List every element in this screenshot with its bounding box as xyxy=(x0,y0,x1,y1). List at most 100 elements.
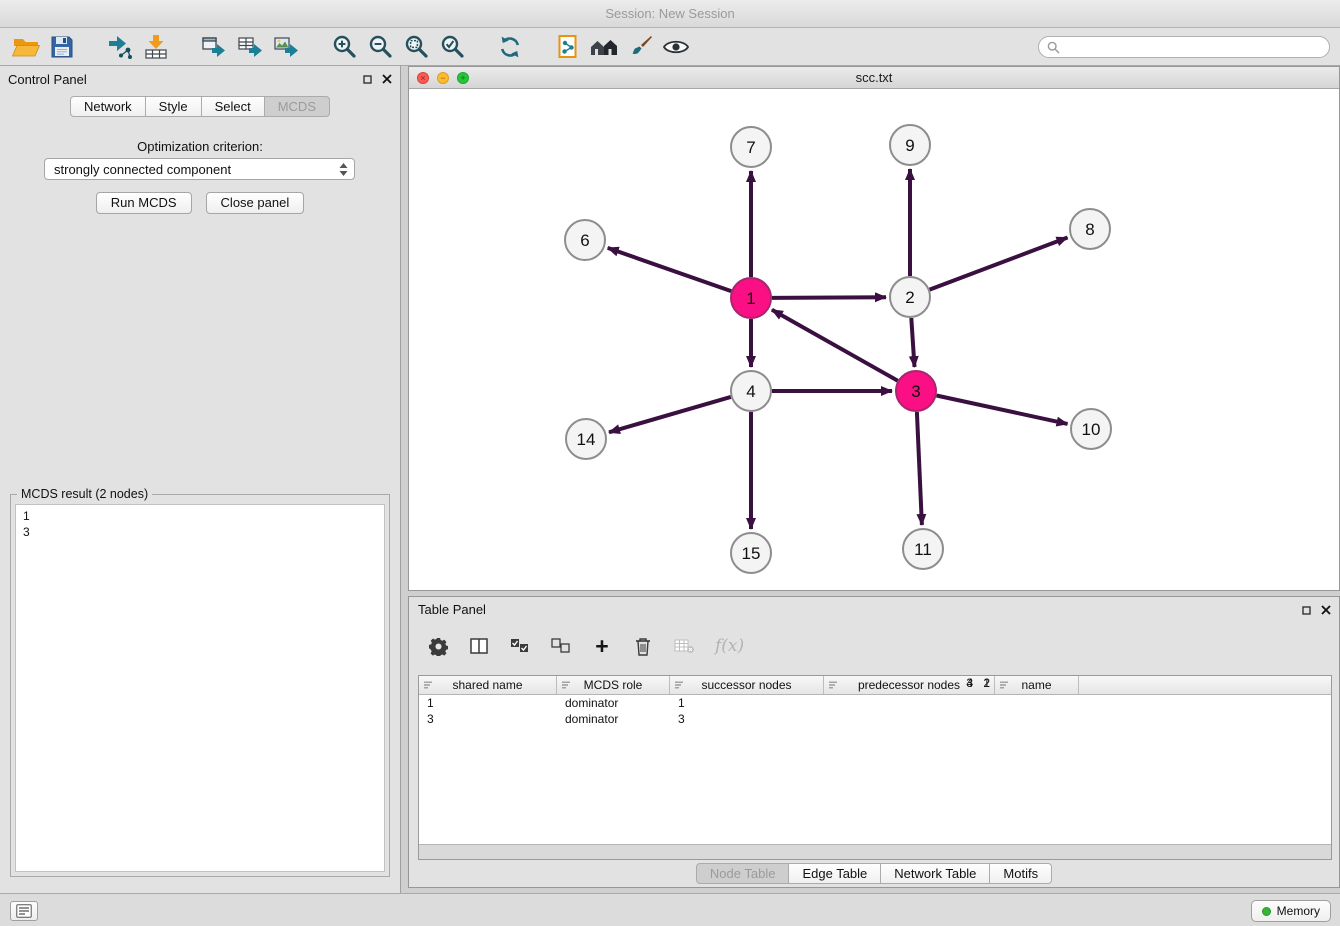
table-cell[interactable]: dominator xyxy=(557,712,670,726)
tab-node-table[interactable]: Node Table xyxy=(696,863,790,884)
graph-node-3[interactable]: 3 xyxy=(896,371,936,411)
export-table-button[interactable] xyxy=(232,31,268,63)
network-window-title: scc.txt xyxy=(856,70,893,85)
tab-network[interactable]: Network xyxy=(70,96,146,117)
table-panel-float-button[interactable] xyxy=(1302,603,1311,618)
tab-mcds[interactable]: MCDS xyxy=(265,96,330,117)
add-column-button[interactable]: + xyxy=(592,636,612,656)
toggle-panel-button[interactable] xyxy=(10,901,38,921)
edge-3-1[interactable] xyxy=(772,310,898,381)
home-button[interactable] xyxy=(586,31,622,63)
table-settings-button[interactable] xyxy=(428,637,448,656)
mcds-result-list[interactable]: 13 xyxy=(15,504,385,872)
edge-4-14[interactable] xyxy=(609,397,731,432)
tab-style[interactable]: Style xyxy=(146,96,202,117)
close-panel-button[interactable]: Close panel xyxy=(206,192,305,214)
network-canvas[interactable]: 7 9 6 8 1 2 4 3 14 10 15 11 xyxy=(409,89,1339,592)
graph-node-10[interactable]: 10 xyxy=(1071,409,1111,449)
column-header-label: successor nodes xyxy=(701,678,791,692)
show-graphics-details-button[interactable] xyxy=(658,31,694,63)
column-header-name[interactable]: name xyxy=(995,676,1079,694)
memory-button[interactable]: Memory xyxy=(1251,900,1331,922)
style-brush-button[interactable] xyxy=(622,31,658,63)
memory-button-label: Memory xyxy=(1277,904,1320,918)
duplicate-network-button[interactable] xyxy=(550,31,586,63)
optimization-criterion-select[interactable]: strongly connected component xyxy=(44,158,355,180)
graph-node-2[interactable]: 2 xyxy=(890,277,930,317)
export-network-button[interactable] xyxy=(196,31,232,63)
graph-node-7[interactable]: 7 xyxy=(731,127,771,167)
network-window-minimize-button[interactable]: − xyxy=(437,72,449,84)
edge-1-6[interactable] xyxy=(608,248,732,291)
sort-icon xyxy=(674,680,684,690)
graph-node-15[interactable]: 15 xyxy=(731,533,771,573)
tab-network-table[interactable]: Network Table xyxy=(881,863,990,884)
edge-2-3[interactable] xyxy=(911,318,914,367)
table-panel-title: Table Panel xyxy=(418,602,486,617)
svg-text:10: 10 xyxy=(1082,420,1101,439)
table-cell[interactable]: 1 xyxy=(419,696,557,710)
run-mcds-button[interactable]: Run MCDS xyxy=(96,192,192,214)
zoom-out-button[interactable] xyxy=(362,31,398,63)
column-header-shared-name[interactable]: shared name xyxy=(419,676,557,694)
network-window-zoom-button[interactable]: + xyxy=(457,72,469,84)
table-panel-close-button[interactable] xyxy=(1321,603,1331,618)
zoom-fit-button[interactable] xyxy=(398,31,434,63)
tab-select[interactable]: Select xyxy=(202,96,265,117)
column-header-MCDS-role[interactable]: MCDS role xyxy=(557,676,670,694)
table-cell[interactable]: 3 xyxy=(419,712,557,726)
graph-node-6[interactable]: 6 xyxy=(565,220,605,260)
graph-node-8[interactable]: 8 xyxy=(1070,209,1110,249)
search-input[interactable] xyxy=(1065,40,1321,54)
refresh-view-button[interactable] xyxy=(492,31,528,63)
export-image-button[interactable] xyxy=(268,31,304,63)
graph-node-11[interactable]: 11 xyxy=(903,529,943,569)
show-columns-button[interactable] xyxy=(469,638,489,654)
tab-motifs[interactable]: Motifs xyxy=(990,863,1052,884)
save-session-button[interactable] xyxy=(44,31,80,63)
graph-node-1[interactable]: 1 xyxy=(731,278,771,318)
edge-1-2[interactable] xyxy=(772,297,886,298)
delete-column-button[interactable] xyxy=(633,637,653,656)
table-cell[interactable]: 1 xyxy=(670,696,754,710)
mcds-result-group-title: MCDS result (2 nodes) xyxy=(17,487,152,501)
table-cell[interactable]: 3 xyxy=(670,712,754,726)
select-all-button[interactable] xyxy=(510,638,530,654)
refresh-icon xyxy=(497,34,523,60)
network-window-titlebar[interactable]: × − + scc.txt xyxy=(409,67,1339,89)
svg-text:2: 2 xyxy=(905,288,914,307)
result-item[interactable]: 1 xyxy=(23,508,377,524)
control-panel-close-button[interactable] xyxy=(382,72,392,87)
main-area: Control Panel NetworkStyleSelectMCDS Opt… xyxy=(0,66,1340,893)
svg-text:1: 1 xyxy=(746,289,755,308)
zoom-selected-button[interactable] xyxy=(434,31,470,63)
graph-node-9[interactable]: 9 xyxy=(890,125,930,165)
search-box[interactable] xyxy=(1038,36,1330,58)
table-toolbar: + f(x) xyxy=(409,621,1339,671)
network-window-close-button[interactable]: × xyxy=(417,72,429,84)
edge-3-10[interactable] xyxy=(937,396,1068,424)
import-network-button[interactable] xyxy=(102,31,138,63)
result-item[interactable]: 3 xyxy=(23,524,377,540)
table-cell[interactable]: 2 xyxy=(827,695,998,844)
open-session-button[interactable] xyxy=(8,31,44,63)
graph-node-4[interactable]: 4 xyxy=(731,371,771,411)
right-area: × − + scc.txt 7968124314101511 T xyxy=(408,66,1340,893)
import-table-button[interactable] xyxy=(138,31,174,63)
select-stepper-icon xyxy=(339,163,348,176)
table-body[interactable]: 1dominator4113dominator323 xyxy=(419,695,1331,844)
column-header-successor-nodes[interactable]: successor nodes xyxy=(670,676,824,694)
save-icon xyxy=(50,35,74,59)
table-row[interactable]: 3dominator323 xyxy=(419,711,1331,727)
graph-node-14[interactable]: 14 xyxy=(566,419,606,459)
edge-2-8[interactable] xyxy=(930,238,1068,290)
deselect-all-button[interactable] xyxy=(551,638,571,654)
import-network-icon xyxy=(107,34,133,60)
selected-option-label: strongly connected component xyxy=(54,162,231,177)
edge-3-11[interactable] xyxy=(917,412,922,525)
tab-edge-table[interactable]: Edge Table xyxy=(789,863,881,884)
zoom-in-button[interactable] xyxy=(326,31,362,63)
table-cell[interactable]: dominator xyxy=(557,696,670,710)
delete-table-button xyxy=(674,638,694,654)
control-panel-float-button[interactable] xyxy=(363,72,372,87)
